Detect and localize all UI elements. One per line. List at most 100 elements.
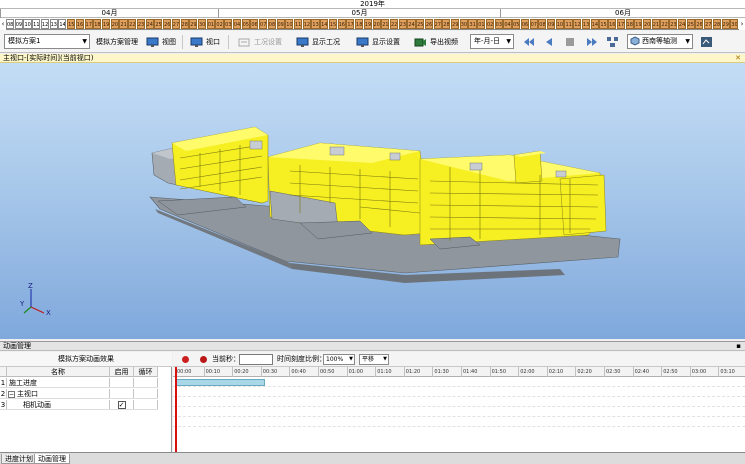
calendar-day[interactable]: 30 [197, 19, 207, 29]
calendar-day[interactable]: 17 [346, 19, 355, 29]
display-settings-button[interactable]: 显示设置 [356, 34, 400, 50]
scheme-manage-button[interactable]: 模拟方案管理 [96, 34, 138, 50]
column-header-loop[interactable]: 循环 [134, 367, 158, 376]
calendar-day[interactable]: 23 [398, 19, 407, 29]
calendar-day[interactable]: 12 [302, 19, 311, 29]
calendar-day[interactable]: 02 [215, 19, 224, 29]
calendar-day[interactable]: 18 [355, 19, 364, 29]
calendar-day[interactable]: 24 [677, 19, 687, 29]
calendar-day[interactable]: 12 [573, 19, 582, 29]
calendar-day[interactable]: 03 [494, 19, 503, 29]
calendar-day[interactable]: 26 [424, 19, 433, 29]
table-row[interactable]: 3 相机动画 ✓ [0, 400, 158, 410]
calendar-day[interactable]: 09 [547, 19, 556, 29]
calendar-day[interactable]: 23 [669, 19, 678, 29]
calendar-day[interactable]: 16 [608, 19, 617, 29]
camera-view-select[interactable]: 西南等轴测 ▼ [627, 34, 693, 49]
calendar-day[interactable]: 29 [451, 19, 460, 29]
calendar-day[interactable]: 24 [407, 19, 416, 29]
date-format-select[interactable]: 年-月-日 ▼ [470, 34, 514, 49]
calendar-day[interactable]: 12 [40, 19, 50, 29]
calendar-day[interactable]: 22 [389, 19, 399, 29]
calendar-day[interactable]: 27 [704, 19, 713, 29]
timeline-area[interactable]: 00:00 00:10 00:20 00:30 00:40 00:50 01:00 01:10… [173, 367, 745, 452]
calendar-day[interactable]: 10 [555, 19, 564, 29]
calendar-day[interactable]: 16 [337, 19, 346, 29]
calendar-day[interactable]: 18 [93, 19, 102, 29]
calendar-day[interactable]: 26 [695, 19, 704, 29]
calendar-day[interactable]: 19 [363, 19, 372, 29]
calendar-day[interactable]: 14 [320, 19, 329, 29]
calendar-day[interactable]: 27 [171, 19, 180, 29]
calendar-day[interactable]: 05 [241, 19, 250, 29]
current-second-input[interactable] [239, 354, 273, 365]
calendar-day[interactable]: 18 [625, 19, 634, 29]
calendar-day[interactable]: 06 [520, 19, 529, 29]
record-keyframe-icon[interactable] [200, 356, 207, 363]
calendar-day[interactable]: 22 [128, 19, 137, 29]
calendar-day[interactable]: 02 [485, 19, 495, 29]
calendar-next-arrow[interactable]: › [739, 18, 745, 30]
calendar-day[interactable]: 24 [145, 19, 154, 29]
enabled-checkbox[interactable]: ✓ [117, 401, 126, 409]
calendar-day[interactable]: 20 [372, 19, 381, 29]
calendar-day[interactable]: 22 [660, 19, 669, 29]
stop-button[interactable] [565, 34, 575, 50]
calendar-day[interactable]: 10 [285, 19, 294, 29]
calendar-day[interactable]: 19 [634, 19, 643, 29]
calendar-day[interactable]: 07 [259, 19, 268, 29]
play-back-button[interactable] [544, 34, 554, 50]
tab-schedule[interactable]: 进度计划 [1, 454, 37, 464]
calendar-day[interactable]: 03 [224, 19, 233, 29]
calendar-day[interactable]: 20 [110, 19, 119, 29]
calendar-day[interactable]: 28 [442, 19, 451, 29]
structure-button[interactable] [606, 34, 619, 50]
table-row[interactable]: 2 − 主视口 [0, 389, 158, 399]
calendar-day[interactable]: 11 [564, 19, 573, 29]
calendar-day[interactable]: 28 [180, 19, 189, 29]
time-scale-select[interactable]: 100% ▼ [323, 354, 355, 365]
close-icon[interactable]: ✕ [735, 54, 741, 63]
calendar-day[interactable]: 08 [6, 19, 15, 29]
timeline-cursor[interactable] [175, 367, 177, 452]
record-icon[interactable] [182, 356, 189, 363]
calendar-day[interactable]: 14 [58, 19, 67, 29]
column-header-name[interactable]: 名称 [7, 367, 110, 376]
calendar-day[interactable]: 23 [136, 19, 145, 29]
calendar-day[interactable]: 10 [23, 19, 32, 29]
calendar-day[interactable]: 01 [477, 19, 486, 29]
calendar-day[interactable]: 14 [590, 19, 599, 29]
calendar-day[interactable]: 09 [14, 19, 23, 29]
calendar-day[interactable]: 08 [538, 19, 547, 29]
3d-viewport[interactable]: Z Y X [0, 63, 745, 339]
calendar-day[interactable]: 11 [293, 19, 303, 29]
calendar-day[interactable]: 30 [730, 19, 739, 29]
calendar-day[interactable]: 07 [529, 19, 538, 29]
calendar-day[interactable]: 17 [84, 19, 93, 29]
calendar-day[interactable]: 13 [49, 19, 58, 29]
tree-collapse-toggle[interactable]: − [8, 390, 15, 398]
tab-animation-manager[interactable]: 动画管理 [34, 454, 70, 464]
calendar-day[interactable]: 04 [503, 19, 512, 29]
calendar-day[interactable]: 15 [67, 19, 76, 29]
camera-animation-bar[interactable] [176, 379, 265, 386]
calendar-day[interactable]: 17 [616, 19, 625, 29]
calendar-day[interactable]: 06 [250, 19, 259, 29]
column-header-enabled[interactable]: 启用 [110, 367, 134, 376]
show-work-button[interactable]: 显示工况 [296, 34, 340, 50]
calendar-day[interactable]: 31 [468, 19, 477, 29]
calendar-day[interactable]: 30 [459, 19, 468, 29]
viewport-button[interactable]: 视口 [190, 34, 220, 50]
table-row[interactable]: 1 施工进度 [0, 378, 158, 388]
calendar-day[interactable]: 20 [643, 19, 652, 29]
export-video-button[interactable]: 导出视频 [414, 34, 458, 50]
calendar-day[interactable]: 21 [381, 19, 390, 29]
calendar-day[interactable]: 15 [599, 19, 608, 29]
scheme-select[interactable]: 模拟方案1 ▼ [4, 34, 90, 49]
calendar-day[interactable]: 11 [32, 19, 41, 29]
fast-forward-button[interactable] [586, 34, 598, 50]
calendar-day[interactable]: 08 [267, 19, 276, 29]
calendar-day[interactable]: 01 [206, 19, 215, 29]
calendar-day[interactable]: 26 [163, 19, 172, 29]
calendar-day[interactable]: 25 [154, 19, 163, 29]
